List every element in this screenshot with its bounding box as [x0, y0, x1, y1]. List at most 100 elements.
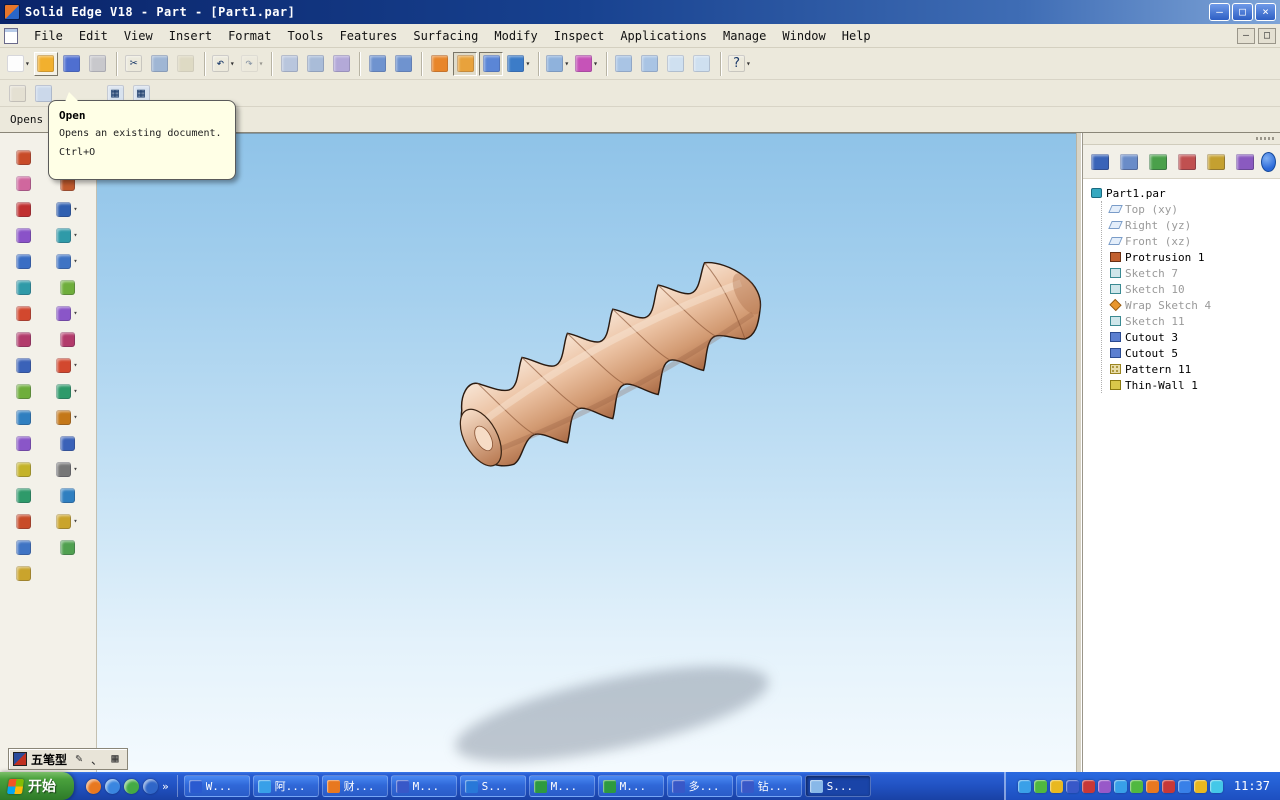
tree-item[interactable]: Top (xy)	[1108, 201, 1278, 217]
quick-launch-media-player[interactable]	[86, 778, 101, 794]
mirror-button[interactable]: ▾	[8, 457, 38, 481]
family-of-parts-tab[interactable]	[1116, 149, 1142, 175]
loft-button[interactable]: ▾	[8, 535, 38, 559]
tree-item[interactable]: Right (yz)	[1108, 217, 1278, 233]
chamfer-button[interactable]: ▾	[8, 327, 38, 351]
task-button[interactable]: 财...	[321, 775, 388, 797]
task-button[interactable]: 阿...	[252, 775, 319, 797]
menu-item[interactable]: Format	[220, 26, 279, 46]
clock[interactable]: 11:37	[1234, 779, 1270, 793]
zoom-button[interactable]: ▾	[638, 52, 662, 76]
quick-launch-overflow-icon[interactable]: »	[162, 780, 169, 793]
tray-icon-10[interactable]	[1161, 779, 1175, 793]
paste-button[interactable]: ▾	[174, 52, 198, 76]
menu-item[interactable]: Window	[774, 26, 833, 46]
minimize-button[interactable]: –	[1209, 3, 1230, 21]
tray-icon-7[interactable]	[1113, 779, 1127, 793]
mdi-minimize-button[interactable]: –	[1237, 27, 1255, 44]
feature-library-tab[interactable]	[1203, 149, 1229, 175]
restore-button[interactable]: □	[1232, 3, 1253, 21]
tree-root-item[interactable]: Part1.par	[1091, 185, 1278, 201]
tray-icon-4[interactable]	[1065, 779, 1079, 793]
dimension-axis-button[interactable]: ▾	[52, 483, 82, 507]
task-button[interactable]: 钻...	[735, 775, 802, 797]
tray-icon-11[interactable]	[1177, 779, 1191, 793]
circle-tool-button[interactable]: ▾	[52, 249, 82, 273]
new-button[interactable]: ▾	[5, 52, 32, 76]
menu-item[interactable]: Modify	[486, 26, 545, 46]
task-button[interactable]: W...	[183, 775, 250, 797]
menu-item[interactable]: View	[116, 26, 161, 46]
tree-item[interactable]: Pattern 11	[1110, 361, 1278, 377]
arc-tool-button[interactable]: ▾	[52, 223, 82, 247]
menu-item[interactable]: Manage	[715, 26, 774, 46]
fit-view-button[interactable]: ▾	[664, 52, 688, 76]
shaded-toggle[interactable]: ▾	[453, 51, 478, 76]
hole-button[interactable]: ▾	[8, 249, 38, 273]
menu-item[interactable]: Insert	[161, 26, 220, 46]
update-views-button[interactable]: ▾	[573, 52, 600, 76]
task-button[interactable]: M...	[390, 775, 457, 797]
menu-item[interactable]: Tools	[279, 26, 331, 46]
menu-item[interactable]: Surfacing	[405, 26, 486, 46]
isometric-view-button[interactable]: ▾	[365, 52, 389, 76]
ime-mode-label[interactable]: 五笔型	[31, 751, 67, 768]
help-button[interactable]: ? ▾	[726, 52, 753, 76]
sketch-view-button[interactable]: ▾	[427, 52, 451, 76]
tree-item[interactable]: Thin-Wall 1	[1110, 377, 1278, 393]
ime-logo-icon[interactable]	[13, 752, 27, 766]
tree-item[interactable]: Protrusion 1	[1110, 249, 1278, 265]
open-button[interactable]: ▾	[33, 51, 58, 76]
relationship-button[interactable]: ▾	[52, 509, 82, 533]
tray-icon-3[interactable]	[1049, 779, 1063, 793]
tray-icon-13[interactable]	[1209, 779, 1223, 793]
zoom-area-button[interactable]: ▾	[612, 52, 636, 76]
material-button[interactable]: ▾	[8, 561, 38, 585]
cutout-button[interactable]: ▾	[8, 197, 38, 221]
quick-launch-messenger[interactable]	[124, 778, 139, 794]
menu-item[interactable]: Inspect	[546, 26, 613, 46]
sensors-tab[interactable]	[1174, 149, 1200, 175]
keyboard-icon[interactable]: ▦	[107, 750, 123, 769]
offset-tool-button[interactable]: ▾	[52, 405, 82, 429]
task-button[interactable]: S...	[804, 775, 871, 797]
punctuation-icon[interactable]: 、	[89, 750, 105, 769]
grid-button[interactable]: ▾	[52, 535, 82, 559]
tree-item[interactable]: Sketch 10	[1110, 281, 1278, 297]
project-edges-button[interactable]: ▾	[52, 431, 82, 455]
redo-button[interactable]: ↷ ▾	[239, 52, 266, 76]
menu-item[interactable]: Features	[332, 26, 406, 46]
menu-item[interactable]: Applications	[612, 26, 715, 46]
tree-item[interactable]: Front (xz)	[1108, 233, 1278, 249]
close-button[interactable]: ×	[1255, 3, 1276, 21]
edgebar-grip[interactable]	[1083, 133, 1280, 145]
revolved-cutout-button[interactable]: ▾	[8, 223, 38, 247]
insert-object-button[interactable]: ▾	[277, 52, 301, 76]
shaded-edges-toggle[interactable]: ▾	[479, 51, 504, 76]
tray-icon-6[interactable]	[1097, 779, 1111, 793]
quick-launch-browser[interactable]	[105, 778, 120, 794]
tree-item[interactable]: Cutout 5	[1110, 345, 1278, 361]
print-button[interactable]: ▾	[86, 52, 110, 76]
sweep-button[interactable]: ▾	[8, 509, 38, 533]
tray-icon-1[interactable]	[1017, 779, 1031, 793]
helical-part-model[interactable]	[409, 207, 816, 531]
simulation-tab[interactable]	[1232, 149, 1258, 175]
customize-button[interactable]	[1261, 151, 1276, 172]
point-tool-button[interactable]: ▾	[52, 327, 82, 351]
construction-button[interactable]: ▾	[52, 457, 82, 481]
tray-icon-2[interactable]	[1033, 779, 1047, 793]
copy-button[interactable]: ▾	[148, 52, 172, 76]
start-button[interactable]: 开始	[0, 772, 74, 800]
rectangle-tool-button[interactable]: ▾	[52, 275, 82, 299]
draft-button[interactable]: ▾	[8, 353, 38, 377]
rotate-view-button[interactable]: ▾	[505, 52, 532, 76]
undo-button[interactable]: ↶ ▾	[210, 52, 237, 76]
line-tool-button[interactable]: ▾	[52, 197, 82, 221]
pen-icon[interactable]: ✎	[71, 750, 87, 769]
thread-button[interactable]: ▾	[8, 275, 38, 299]
revolved-protrusion-button[interactable]: ▾	[8, 171, 38, 195]
helix-button[interactable]: ▾	[8, 483, 38, 507]
feature-pathfinder-tab[interactable]	[1087, 149, 1113, 175]
tree-item[interactable]: Sketch 7	[1110, 265, 1278, 281]
